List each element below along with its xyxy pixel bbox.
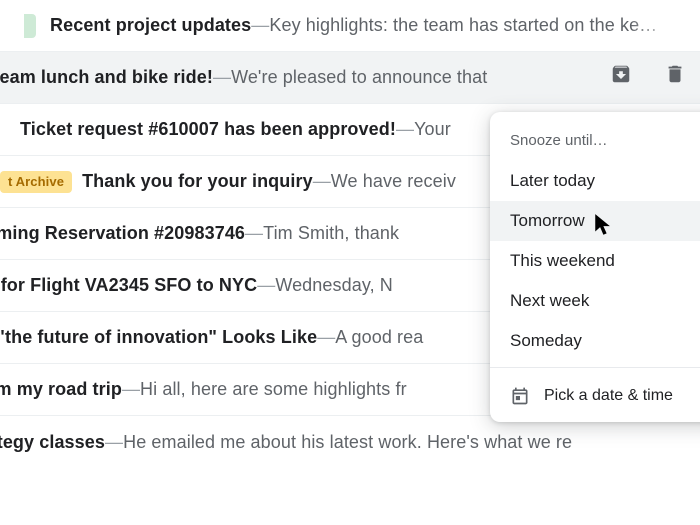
snooze-option-label: Tomorrow [510, 211, 585, 231]
trash-icon [664, 63, 686, 85]
email-subject: for team lunch and bike ride! [0, 67, 213, 88]
email-preview: Tim Smith, thank [263, 223, 399, 244]
snooze-option-label: Next week [510, 291, 589, 311]
email-subject: hat "the future of innovation" Looks Lik… [0, 327, 317, 348]
subject-preview-separator: — [313, 171, 331, 192]
delete-button[interactable] [662, 61, 688, 87]
snooze-popover: Snooze until… Later today Tomorrow T Thi… [490, 112, 700, 422]
subject-preview-separator: — [105, 432, 123, 453]
archive-icon [610, 63, 632, 85]
email-preview: A good rea [335, 327, 423, 348]
snooze-option-this-weekend[interactable]: This weekend S [490, 241, 700, 281]
snooze-pick-label: Pick a date & time [544, 387, 673, 405]
subject-preview-separator: — [257, 275, 275, 296]
email-preview: Your [414, 119, 451, 140]
snooze-pick-date-time[interactable]: Pick a date & time [490, 374, 700, 414]
label-chip-archive: t Archive [0, 171, 72, 193]
email-preview: He emailed me about his latest work. Her… [123, 432, 572, 453]
email-preview: We have receiv [331, 171, 456, 192]
email-subject: mation for Flight VA2345 SFO to NYC [0, 275, 257, 296]
email-preview: We're pleased to announce that [231, 67, 487, 88]
fade-overlay [630, 416, 700, 468]
email-subject: pcoming Reservation #20983746 [0, 223, 245, 244]
popover-divider [490, 367, 700, 368]
snooze-option-someday[interactable]: Someday [490, 321, 700, 361]
snooze-option-next-week[interactable]: Next week M [490, 281, 700, 321]
subject-preview-separator: — [396, 119, 414, 140]
snooze-option-label: This weekend [510, 251, 615, 271]
subject-preview-separator: — [213, 67, 231, 88]
email-subject: s from my road trip [0, 379, 122, 400]
subject-preview-separator: — [251, 15, 269, 36]
snooze-option-label: Later today [510, 171, 595, 191]
archive-button[interactable] [608, 61, 634, 87]
email-subject: Ticket request #610007 has been approved… [20, 119, 396, 140]
calendar-icon [510, 386, 530, 406]
email-preview: Wednesday, N [275, 275, 393, 296]
email-row[interactable]: Recent project updates — Key highlights:… [0, 0, 700, 52]
row-hover-actions [608, 61, 688, 87]
email-subject: ct Strategy classes [0, 432, 105, 453]
email-preview: Hi all, here are some highlights fr [140, 379, 407, 400]
email-list-view: Recent project updates — Key highlights:… [0, 0, 700, 525]
email-row[interactable]: for team lunch and bike ride! — We're pl… [0, 52, 700, 104]
snooze-option-label: Someday [510, 331, 582, 351]
snooze-title: Snooze until… [490, 122, 700, 161]
label-chip-edge [24, 14, 36, 38]
email-subject: Thank you for your inquiry [82, 171, 313, 192]
subject-preview-separator: — [245, 223, 263, 244]
snooze-option-tomorrow[interactable]: Tomorrow T [490, 201, 700, 241]
email-preview: Key highlights: the team has started on … [269, 15, 657, 36]
subject-preview-separator: — [122, 379, 140, 400]
email-row[interactable]: ct Strategy classes — He emailed me abou… [0, 416, 700, 468]
subject-preview-separator: — [317, 327, 335, 348]
email-subject: Recent project updates [50, 15, 251, 36]
snooze-option-later-today[interactable]: Later today [490, 161, 700, 201]
